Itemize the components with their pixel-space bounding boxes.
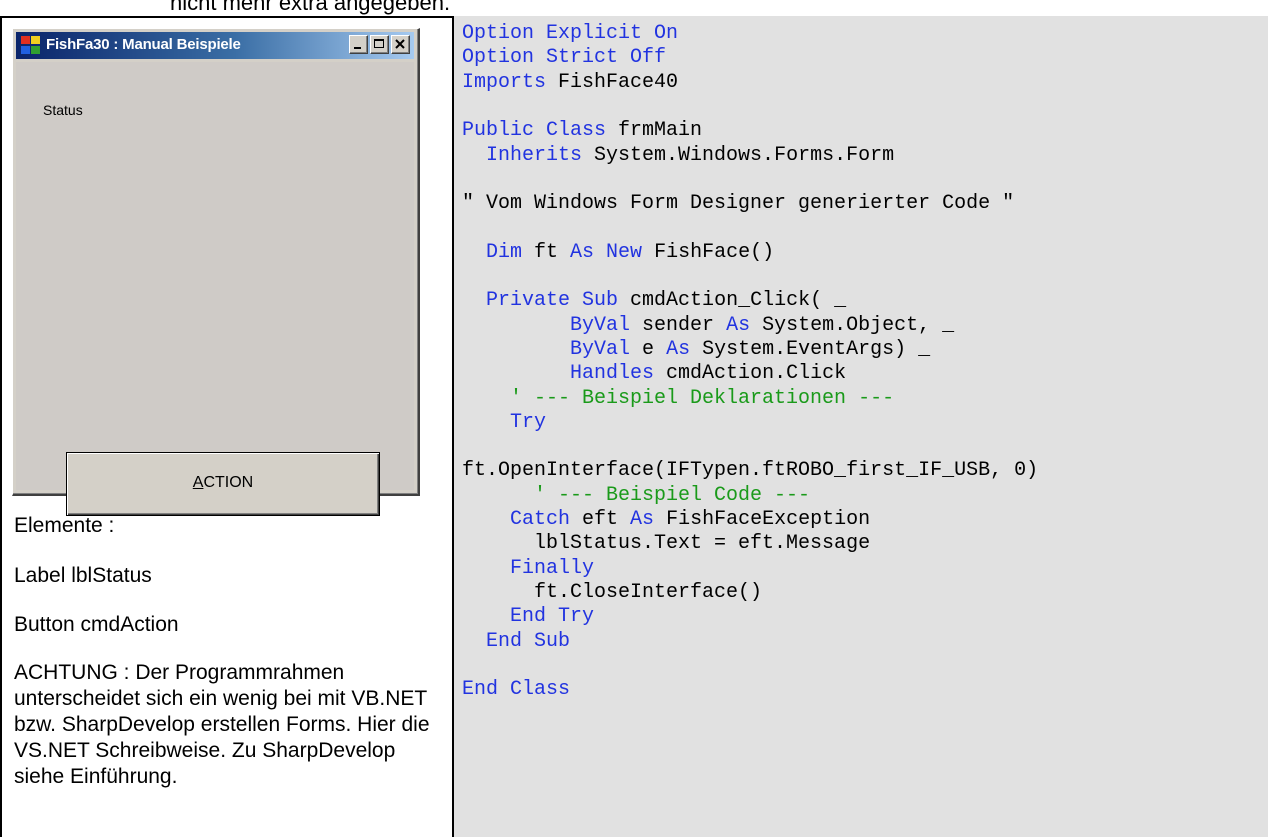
code-keyword: Catch — [510, 508, 571, 531]
close-button[interactable] — [391, 35, 410, 54]
code-text: sender — [630, 313, 727, 337]
code-keyword: ByVal — [570, 337, 631, 361]
code-keyword: Dim — [486, 240, 523, 264]
code-comment: ' --- Beispiel Deklarationen --- — [462, 386, 895, 410]
element-label-item: Label lblStatus — [14, 564, 152, 587]
code-keyword: Inherits — [486, 143, 583, 167]
code-line: Handles cmdAction.Click — [462, 362, 846, 386]
code-keyword: Try — [510, 410, 547, 434]
framework-note: ACHTUNG : Der Programmrahmen unterscheid… — [14, 661, 430, 788]
code-text: System.EventArgs) _ — [690, 337, 931, 361]
elements-heading: Elemente : — [14, 514, 115, 537]
close-icon — [395, 39, 405, 49]
code-line: Catch eft As FishFaceException — [462, 508, 870, 532]
code-line: Option Explicit On — [462, 22, 678, 46]
code-keyword: Finally — [510, 556, 595, 580]
code-keyword: Option Explicit On — [462, 22, 679, 45]
code-text: System.Object, _ — [750, 313, 955, 337]
code-line: End Class — [462, 678, 570, 702]
code-line: Public Class frmMain — [462, 119, 702, 143]
code-line: ByVal sender As System.Object, _ — [462, 314, 954, 338]
code-keyword: Private Sub — [486, 289, 619, 313]
code-keyword: As New — [570, 240, 643, 264]
code-line: Finally — [462, 557, 594, 581]
code-line: Option Strict Off — [462, 46, 666, 70]
code-line: ' --- Beispiel Code --- — [462, 484, 810, 508]
maximize-button[interactable] — [370, 35, 389, 54]
code-text: ft.CloseInterface() — [462, 580, 763, 604]
title-bar[interactable]: FishFa30 : Manual Beispiele — [16, 32, 414, 59]
element-button-item: Button cmdAction — [14, 613, 179, 636]
code-line: Inherits System.Windows.Forms.Form — [462, 144, 894, 168]
code-text: FishFace() — [642, 240, 775, 264]
code-line: ft.OpenInterface(IFTypen.ftROBO_first_IF… — [462, 459, 1038, 483]
status-label: Status — [43, 102, 83, 118]
code-keyword: As — [726, 313, 751, 337]
action-accesskey: A — [192, 474, 204, 491]
code-keyword: As — [630, 508, 655, 531]
code-keyword: End Class — [462, 678, 571, 702]
code-line: ByVal e As System.EventArgs) _ — [462, 338, 930, 362]
app-icon — [21, 36, 41, 55]
code-keyword: End Sub — [486, 629, 571, 653]
code-line: Dim ft As New FishFace() — [462, 241, 774, 265]
code-keyword: ByVal — [570, 313, 631, 337]
code-line: Try — [462, 411, 546, 435]
code-line: Imports FishFace40 — [462, 71, 678, 95]
code-keyword: Public Class — [462, 119, 607, 143]
action-label-rest: CTION — [203, 474, 254, 491]
column-divider — [452, 16, 454, 837]
code-text: ft.OpenInterface(IFTypen.ftROBO_first_IF… — [462, 459, 1039, 483]
code-text: eft — [570, 508, 631, 531]
maximize-icon — [374, 39, 384, 48]
code-line: Private Sub cmdAction_Click( _ — [462, 289, 846, 313]
code-comment: ' --- Beispiel Code --- — [462, 483, 811, 507]
code-keyword: End Try — [510, 605, 595, 629]
code-keyword: Option Strict Off — [462, 46, 667, 70]
code-text: cmdAction_Click( _ — [618, 289, 847, 313]
code-text: System.Windows.Forms.Form — [582, 143, 895, 167]
window-title: FishFa30 : Manual Beispiele — [46, 36, 241, 53]
code-keyword: Handles — [570, 362, 655, 386]
code-keyword: As — [666, 337, 691, 361]
code-keyword: Imports — [462, 70, 547, 94]
minimize-icon — [354, 47, 361, 49]
code-text: " Vom Windows Form Designer generierter … — [462, 192, 1015, 216]
action-button[interactable]: ACTION — [66, 452, 380, 516]
code-text: FishFace40 — [546, 70, 679, 94]
code-text: frmMain — [606, 119, 703, 143]
form-client-area: Status ACTION — [16, 62, 414, 516]
code-text: lblStatus.Text = eft.Message — [462, 532, 871, 556]
code-line: ' --- Beispiel Deklarationen --- — [462, 387, 894, 411]
code-line: End Try — [462, 605, 594, 629]
code-line: ft.CloseInterface() — [462, 581, 762, 605]
code-line: " Vom Windows Form Designer generierter … — [462, 192, 1014, 216]
form-window: FishFa30 : Manual Beispiele Status ACTIO… — [12, 28, 420, 516]
minimize-button[interactable] — [349, 35, 368, 54]
code-text: cmdAction.Click — [654, 362, 847, 386]
code-line: lblStatus.Text = eft.Message — [462, 532, 870, 556]
code-text: ft — [522, 240, 571, 264]
code-text: FishFaceException — [654, 508, 871, 531]
code-listing: Option Explicit On Option Strict Off Impor… — [454, 16, 1268, 837]
action-button-label: ACTION — [67, 474, 379, 492]
top-note: nicht mehr extra angegeben. — [170, 0, 451, 15]
code-text: e — [630, 337, 667, 361]
code-line: End Sub — [462, 630, 570, 654]
